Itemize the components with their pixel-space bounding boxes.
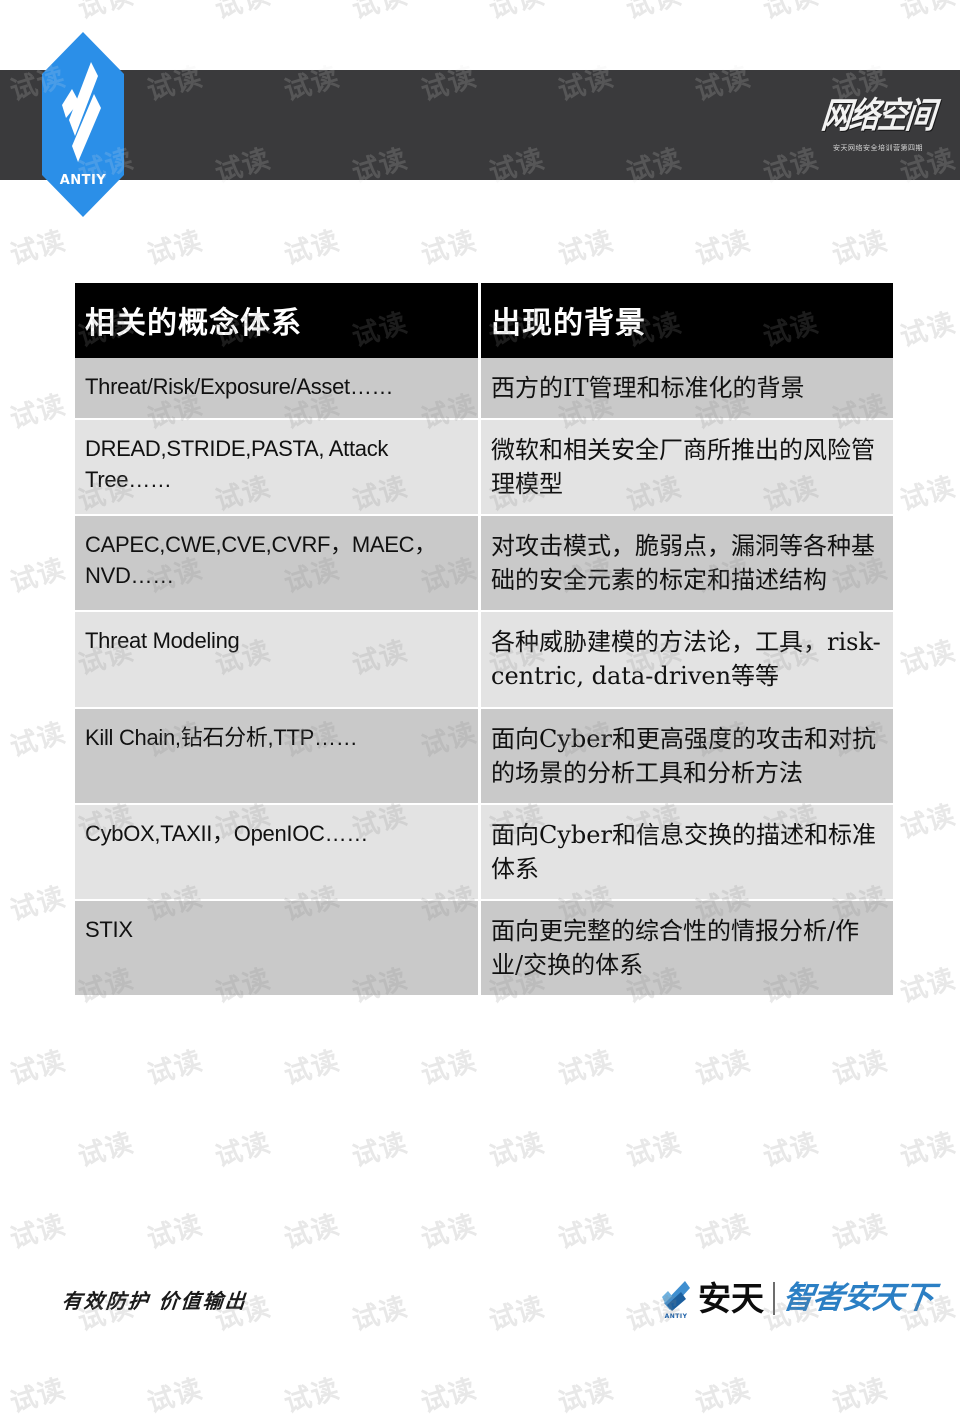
watermark-text: 试读: [621, 1121, 686, 1175]
table-row: CAPEC,CWE,CVE,CVRF，MAEC，NVD…… 对攻击模式，脆弱点，…: [75, 516, 893, 612]
watermark-text: 试读: [4, 383, 69, 437]
column-header-background: 出现的背景: [481, 283, 893, 358]
table-row: STIX 面向更完整的综合性的情报分析/作业/交换的体系: [75, 901, 893, 997]
watermark-text: 试读: [4, 1039, 69, 1093]
watermark-text: 试读: [484, 1121, 549, 1175]
cell-concept: CybOX,TAXII，OpenIOC……: [75, 805, 481, 901]
cell-concept: Kill Chain,钻石分析,TTP……: [75, 709, 481, 805]
footer-logo-mark-label: ANTIY: [665, 1313, 688, 1320]
watermark-text: 试读: [4, 547, 69, 601]
watermark-text: 试读: [484, 0, 549, 26]
watermark-text: 试读: [415, 1203, 480, 1257]
watermark-text: 试读: [621, 0, 686, 26]
antiy-logo-icon: ANTIY: [42, 32, 124, 217]
header-calligraphy-main: 网络空间: [819, 86, 936, 138]
header-calligraphy-stamp: 网络空间 安天网络安全培训营第四期: [814, 72, 942, 170]
watermark-text: 试读: [4, 219, 69, 273]
watermark-text: 试读: [278, 1039, 343, 1093]
cell-background: 面向更完整的综合性的情报分析/作业/交换的体系: [481, 901, 893, 997]
cell-concept: Threat Modeling: [75, 612, 481, 708]
watermark-text: 试读: [4, 1367, 69, 1420]
cell-concept: Threat/Risk/Exposure/Asset……: [75, 358, 481, 420]
watermark-text: 试读: [141, 1203, 206, 1257]
watermark-text: 试读: [415, 1039, 480, 1093]
watermark-text: 试读: [210, 0, 275, 26]
table-row: Threat/Risk/Exposure/Asset…… 西方的IT管理和标准化…: [75, 358, 893, 420]
cell-concept: DREAD,STRIDE,PASTA, Attack Tree……: [75, 420, 481, 516]
table-row: DREAD,STRIDE,PASTA, Attack Tree…… 微软和相关安…: [75, 420, 893, 516]
footer-antiy-logo: ANTIY 安天 智者安天下: [659, 1271, 933, 1325]
table-row: CybOX,TAXII，OpenIOC…… 面向Cyber和信息交换的描述和标准…: [75, 805, 893, 901]
watermark-text: 试读: [141, 1367, 206, 1420]
watermark-text: 试读: [826, 1367, 891, 1420]
watermark-text: 试读: [895, 0, 960, 26]
watermark-text: 试读: [552, 1203, 617, 1257]
watermark-text: 试读: [552, 1367, 617, 1420]
svg-text:ANTIY: ANTIY: [60, 173, 107, 188]
watermark-text: 试读: [758, 1121, 823, 1175]
watermark-text: 试读: [895, 465, 960, 519]
watermark-text: 试读: [826, 219, 891, 273]
cell-concept: STIX: [75, 901, 481, 997]
footer-logo-divider: [773, 1282, 775, 1315]
cell-background: 面向Cyber和信息交换的描述和标准体系: [481, 805, 893, 901]
cell-background: 西方的IT管理和标准化的背景: [481, 358, 893, 420]
watermark-text: 试读: [895, 793, 960, 847]
watermark-text: 试读: [141, 219, 206, 273]
watermark-text: 试读: [552, 1039, 617, 1093]
cell-background: 面向Cyber和更高强度的攻击和对抗的场景的分析工具和分析方法: [481, 709, 893, 805]
cell-background: 微软和相关安全厂商所推出的风险管理模型: [481, 420, 893, 516]
footer-logo-name: 安天: [698, 1282, 764, 1315]
watermark-text: 试读: [415, 219, 480, 273]
watermark-text: 试读: [826, 1039, 891, 1093]
watermark-text: 试读: [484, 1285, 549, 1339]
table-row: Threat Modeling 各种威胁建模的方法论，工具，risk-centr…: [75, 612, 893, 708]
footer-logo-tagline: 智者安天下: [781, 1283, 935, 1314]
cell-background: 对攻击模式，脆弱点，漏洞等各种基础的安全元素的标定和描述结构: [481, 516, 893, 612]
footer-slogan: 有效防护 价值输出: [61, 1285, 249, 1314]
watermark-text: 试读: [4, 1203, 69, 1257]
watermark-text: 试读: [278, 219, 343, 273]
watermark-text: 试读: [4, 711, 69, 765]
table-row: Kill Chain,钻石分析,TTP…… 面向Cyber和更高强度的攻击和对抗…: [75, 709, 893, 805]
watermark-text: 试读: [895, 629, 960, 683]
watermark-text: 试读: [689, 1203, 754, 1257]
watermark-text: 试读: [141, 1039, 206, 1093]
watermark-text: 试读: [278, 1203, 343, 1257]
cell-background: 各种威胁建模的方法论，工具，risk-centric, data-driven等…: [481, 612, 893, 708]
watermark-text: 试读: [689, 219, 754, 273]
watermark-text: 试读: [210, 1121, 275, 1175]
column-header-concept: 相关的概念体系: [75, 283, 481, 358]
watermark-text: 试读: [73, 0, 138, 26]
watermark-text: 试读: [689, 1367, 754, 1420]
watermark-text: 试读: [347, 0, 412, 26]
watermark-text: 试读: [347, 1121, 412, 1175]
table-header-row: 相关的概念体系 出现的背景: [75, 283, 893, 358]
watermark-text: 试读: [278, 1367, 343, 1420]
header-calligraphy-sub: 安天网络安全培训营第四期: [833, 143, 923, 153]
watermark-text: 试读: [758, 0, 823, 26]
concept-system-table: 相关的概念体系 出现的背景 Threat/Risk/Exposure/Asset…: [75, 283, 893, 997]
watermark-text: 试读: [689, 1039, 754, 1093]
watermark-text: 试读: [826, 1203, 891, 1257]
watermark-text: 试读: [347, 1285, 412, 1339]
footer-logo-mark-icon: ANTIY: [659, 1276, 693, 1320]
watermark-text: 试读: [895, 1121, 960, 1175]
watermark-text: 试读: [895, 301, 960, 355]
watermark-text: 试读: [4, 875, 69, 929]
watermark-text: 试读: [415, 1367, 480, 1420]
watermark-text: 试读: [552, 219, 617, 273]
watermark-text: 试读: [895, 957, 960, 1011]
watermark-text: 试读: [73, 1121, 138, 1175]
cell-concept: CAPEC,CWE,CVE,CVRF，MAEC，NVD……: [75, 516, 481, 612]
